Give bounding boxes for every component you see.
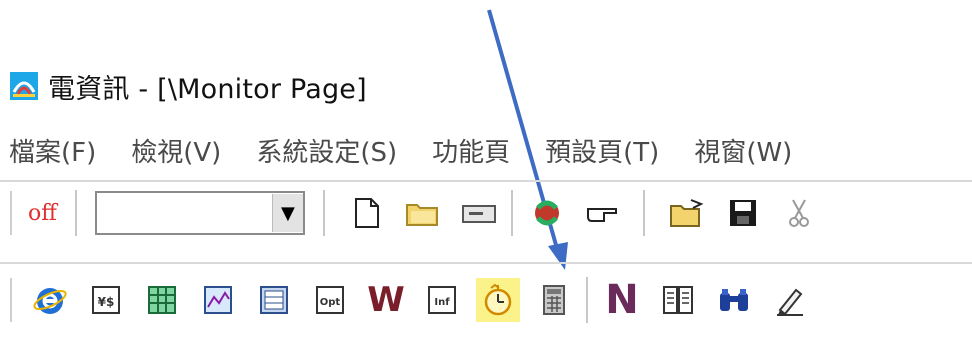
page-combo-box[interactable]: ▼ [94, 191, 305, 235]
toolbar-separator [586, 277, 590, 323]
currency-icon[interactable]: ¥$ [84, 278, 128, 322]
w-icon[interactable]: W [364, 278, 408, 322]
n-label: N [605, 277, 639, 323]
info-icon[interactable]: Inf [420, 278, 464, 322]
toolbar-separator [642, 190, 647, 236]
menu-system-settings[interactable]: 系統設定(S) [256, 132, 397, 169]
calculator-icon[interactable] [532, 278, 576, 322]
pencil-icon[interactable] [768, 278, 812, 322]
toolbar-grip[interactable] [10, 278, 14, 322]
grid-icon[interactable] [252, 278, 296, 322]
divider [0, 262, 972, 264]
new-document-icon[interactable] [345, 191, 389, 235]
chart-icon[interactable] [196, 278, 240, 322]
menu-view[interactable]: 檢視(V) [131, 132, 221, 169]
book-icon[interactable] [656, 278, 700, 322]
window-title: 電資訊 - [\Monitor Page] [48, 73, 367, 105]
chevron-down-icon[interactable]: ▼ [271, 194, 303, 232]
alarm-clock-icon[interactable] [476, 278, 520, 322]
title-bar: 電資訊 - [\Monitor Page] [10, 62, 367, 110]
toolbar-grip[interactable] [10, 191, 14, 235]
toolbar-separator [74, 190, 79, 236]
toolbar-top: off ▼ [0, 185, 972, 241]
binoculars-icon[interactable] [712, 278, 756, 322]
drive-icon[interactable] [457, 191, 501, 235]
off-button[interactable]: off [28, 201, 57, 226]
menu-default-page[interactable]: 預設頁(T) [545, 132, 659, 169]
n-icon[interactable]: N [600, 278, 644, 322]
w-label: W [367, 280, 405, 320]
pointer-hand-icon[interactable] [581, 191, 625, 235]
menu-bar: 檔案(F) 檢視(V) 系統設定(S) 功能頁 預設頁(T) 視窗(W) [0, 128, 972, 172]
table-icon[interactable] [140, 278, 184, 322]
menu-file[interactable]: 檔案(F) [9, 132, 96, 169]
svg-text:Opt: Opt [320, 297, 341, 308]
option-icon[interactable]: Opt [308, 278, 352, 322]
svg-text:¥$: ¥$ [98, 295, 115, 309]
menu-window[interactable]: 視窗(W) [694, 132, 792, 169]
open-folder-icon[interactable] [401, 191, 445, 235]
svg-text:Inf: Inf [434, 297, 450, 308]
internet-explorer-icon[interactable] [28, 278, 72, 322]
cut-icon[interactable] [777, 191, 821, 235]
app-logo-icon [10, 72, 38, 100]
save-icon[interactable] [721, 191, 765, 235]
open-file-icon[interactable] [665, 191, 709, 235]
refresh-icon[interactable] [525, 191, 569, 235]
toolbar-bottom: ¥$ Opt W Inf N [0, 272, 972, 328]
toolbar-separator [510, 190, 515, 236]
divider [0, 180, 972, 182]
menu-function-page[interactable]: 功能頁 [432, 132, 510, 169]
toolbar-separator [322, 190, 327, 236]
